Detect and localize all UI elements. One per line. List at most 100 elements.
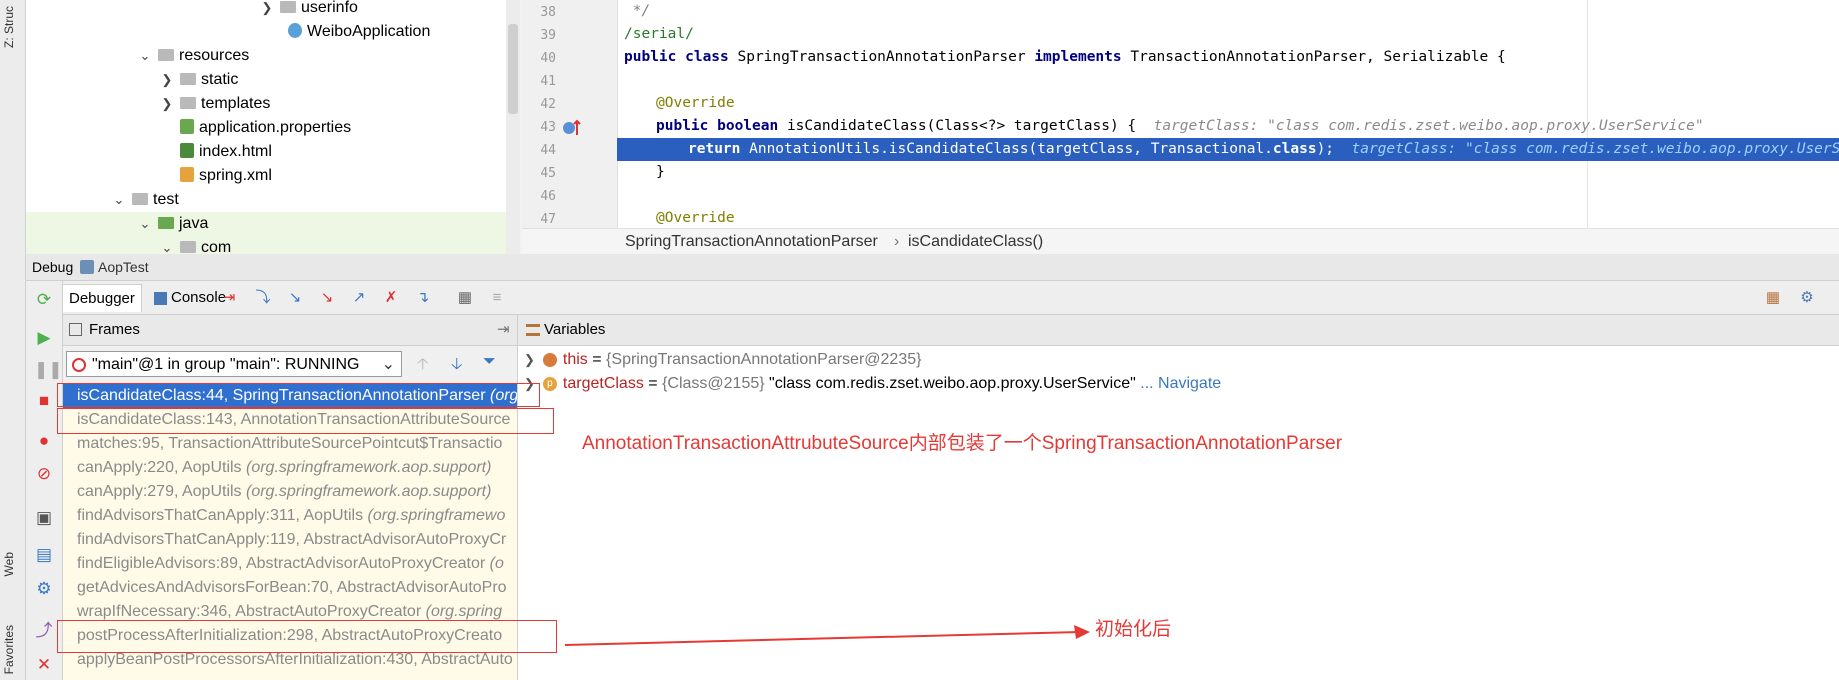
filter-icon[interactable]: ⏷	[483, 353, 496, 371]
previous-frame-icon[interactable]: 🡡	[417, 353, 429, 380]
resume-icon[interactable]: ▶	[34, 328, 54, 348]
chevron-down-icon[interactable]: ⌄	[138, 44, 152, 68]
drop-frame-icon[interactable]: ✗	[382, 289, 400, 307]
view-breakpoints-icon[interactable]: ●	[34, 431, 54, 451]
structure-tab[interactable]: Z: Struc	[2, 6, 16, 48]
code-line-40: public class SpringTransactionAnnotation…	[624, 49, 1506, 65]
frame-row[interactable]: findAdvisorsThatCanApply:119, AbstractAd…	[63, 528, 517, 552]
favorites-tab[interactable]: Favorites	[2, 625, 16, 674]
chevron-down-icon[interactable]: ⌄	[160, 236, 174, 254]
run-config-tab[interactable]: AopTest	[98, 254, 149, 280]
run-to-cursor-icon[interactable]: ↴	[414, 289, 432, 307]
console-icon	[154, 291, 167, 305]
close-icon[interactable]: ✕	[34, 655, 54, 675]
gear-icon[interactable]: ⚙	[34, 579, 54, 599]
tab-debugger[interactable]: Debugger	[62, 284, 142, 312]
variable-row-this[interactable]: ❯ this = {SpringTransactionAnnotationPars…	[524, 348, 921, 372]
spring-class-icon	[288, 23, 302, 39]
line-number: 40	[540, 51, 556, 66]
breadcrumb: SpringTransactionAnnotationParser › isCa…	[522, 228, 1839, 255]
tree-item-java[interactable]: ⌄ java	[26, 212, 506, 236]
thread-icon	[72, 358, 86, 372]
rerun-icon[interactable]: ⟳	[34, 290, 54, 310]
tree-item-test[interactable]: ⌄ test	[112, 188, 179, 212]
tree-item-templates[interactable]: ❯ templates	[160, 92, 271, 116]
tree-scrollbar-thumb[interactable]	[508, 24, 518, 114]
show-execution-point-icon[interactable]: ⇥	[220, 289, 238, 307]
frame-row[interactable]: canApply:220, AopUtils (org.springframew…	[63, 456, 517, 480]
properties-file-icon	[180, 119, 194, 135]
breadcrumb-method[interactable]: isCandidateClass()	[908, 233, 1043, 251]
layout-icon[interactable]: ▤	[34, 545, 54, 565]
tree-item-resources[interactable]: ⌄ resources	[138, 44, 250, 68]
code-line-47: @Override	[656, 210, 735, 226]
chevron-right-icon[interactable]: ❯	[260, 0, 274, 20]
code-line-38: */	[624, 3, 651, 19]
pause-icon[interactable]: ❚❚	[34, 360, 63, 380]
breadcrumb-class[interactable]: SpringTransactionAnnotationParser	[625, 233, 878, 251]
variable-row-targetclass[interactable]: ❯ p targetClass = {Class@2155} "class com.…	[524, 372, 1221, 396]
chevron-down-icon[interactable]: ⌄	[138, 212, 152, 236]
line-number: 47	[540, 212, 556, 227]
parameter-icon: p	[542, 376, 557, 391]
annotation-note: AnnotationTransactionAttrubuteSource内部包装…	[582, 433, 1343, 454]
code-line-42: @Override	[656, 95, 735, 111]
tree-item-spring-xml[interactable]: spring.xml	[180, 164, 272, 188]
chevron-right-icon[interactable]: ❯	[524, 352, 535, 367]
force-step-into-icon[interactable]: ↘	[318, 289, 336, 307]
settings-icon[interactable]: ⚙	[1798, 289, 1816, 307]
frame-row[interactable]: getAdvicesAndAdvisorsForBean:70, Abstrac…	[63, 576, 517, 600]
frame-row[interactable]: findAdvisorsThatCanApply:311, AopUtils (…	[63, 504, 517, 528]
frames-header: Frames ⇥	[63, 315, 517, 346]
trace-stream-icon[interactable]: ≡	[488, 289, 506, 307]
hide-icon[interactable]: ⇥	[497, 315, 510, 345]
folder-icon	[180, 96, 196, 109]
thread-label: "main"@1 in group "main": RUNNING	[92, 356, 360, 373]
line-number: 38	[540, 5, 556, 20]
right-margin-guide	[1587, 0, 1588, 228]
tree-item-weiboapplication[interactable]: WeiboApplication	[288, 20, 430, 44]
next-frame-icon[interactable]: 🡣	[451, 353, 463, 380]
code-line-44: return AnnotationUtils.isCandidateClass(…	[688, 138, 1839, 161]
tree-item-application-properties[interactable]: application.properties	[180, 116, 351, 140]
highlight-box	[57, 383, 540, 407]
frame-row[interactable]: canApply:279, AopUtils (org.springframew…	[63, 480, 517, 504]
field-icon	[542, 352, 557, 367]
chevron-down-icon[interactable]: ⌄	[382, 352, 395, 378]
tree-item-static[interactable]: ❯ static	[160, 68, 239, 92]
frame-row[interactable]: matches:95, TransactionAttributeSourcePo…	[63, 432, 517, 456]
folder-icon	[158, 216, 174, 229]
frame-row[interactable]: findEligibleAdvisors:89, AbstractAdvisor…	[63, 552, 517, 576]
step-out-icon[interactable]: ↗	[350, 289, 368, 307]
tree-item-com[interactable]: ⌄ com	[26, 236, 506, 254]
implementing-method-icon[interactable]	[562, 118, 584, 138]
frames-icon	[69, 323, 82, 336]
evaluate-expression-icon[interactable]: ▦	[456, 289, 474, 307]
camera-icon[interactable]: ▣	[34, 508, 54, 528]
web-tab[interactable]: Web	[2, 552, 16, 576]
chevron-right-icon[interactable]: ❯	[160, 92, 174, 116]
step-into-icon[interactable]: ↘	[286, 289, 304, 307]
folder-icon	[280, 0, 296, 13]
navigate-link[interactable]: ... Navigate	[1136, 375, 1221, 392]
annotation-arrow	[564, 625, 1090, 646]
pin-icon[interactable]: ⤴	[34, 621, 54, 641]
inline-debug-value: targetClass: "class com.redis.zset.weibo…	[1351, 141, 1839, 157]
stop-icon[interactable]: ■	[34, 391, 54, 411]
chevron-down-icon[interactable]: ⌄	[112, 188, 126, 212]
step-over-icon[interactable]: ⤵	[254, 289, 272, 307]
editor-gutter: 38 39 40 41 42 43 44 45 46 47	[522, 0, 618, 228]
folder-icon	[180, 240, 196, 253]
mute-breakpoints-icon[interactable]: ⊘	[34, 464, 54, 484]
line-number: 42	[540, 97, 556, 112]
restore-layout-icon[interactable]: ▦	[1764, 289, 1782, 307]
tree-item-index-html[interactable]: index.html	[180, 140, 272, 164]
breadcrumb-separator: ›	[894, 233, 900, 250]
line-number: 41	[540, 74, 556, 89]
folder-icon	[158, 48, 174, 61]
thread-selector[interactable]: "main"@1 in group "main": RUNNING ⌄	[66, 351, 402, 377]
chevron-right-icon[interactable]: ❯	[160, 68, 174, 92]
tree-item-userinfo[interactable]: ❯ userinfo	[260, 0, 358, 20]
variables-header: Variables	[518, 315, 1839, 346]
variables-icon	[526, 324, 540, 336]
